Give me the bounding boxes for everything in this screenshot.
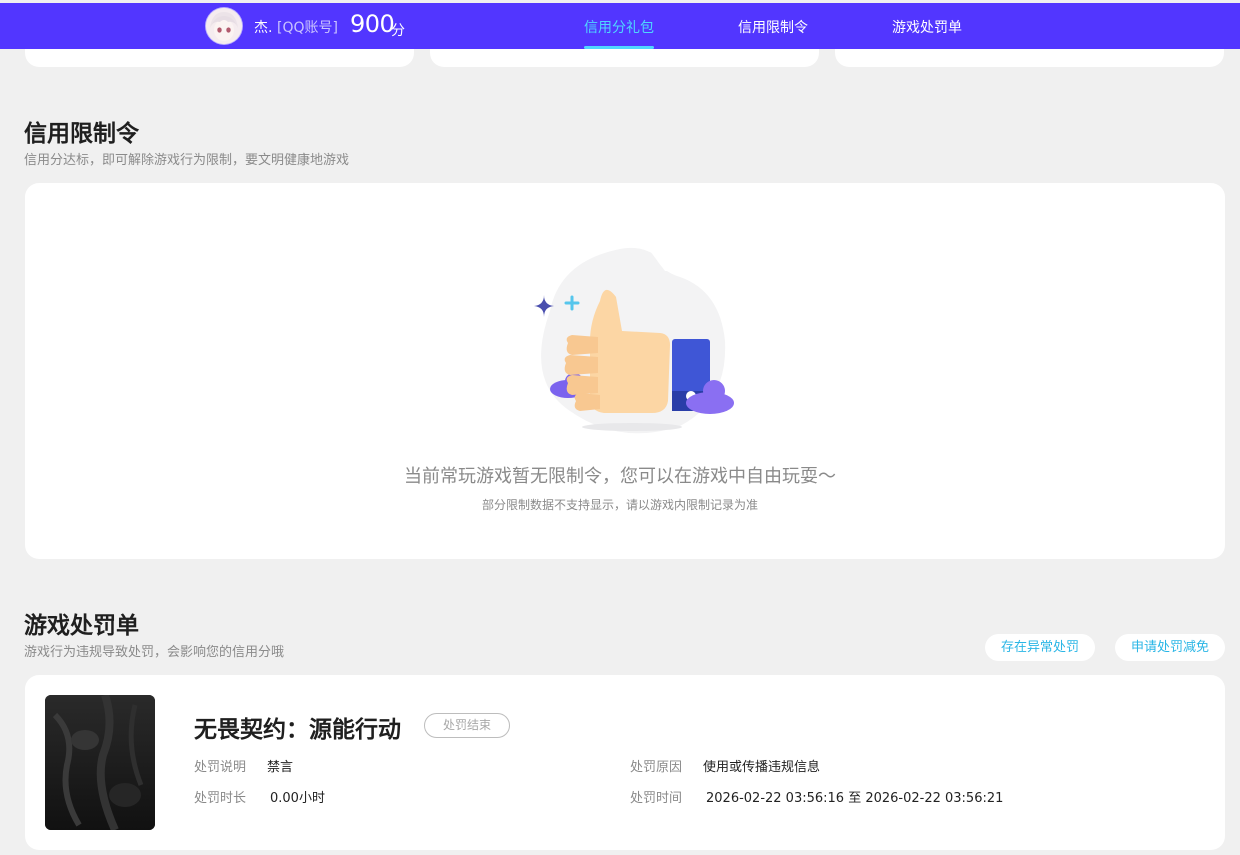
no-restriction-message: 当前常玩游戏暂无限制令，您可以在游戏中自由玩耍～ — [404, 466, 836, 487]
penalty-reason-label: 处罚原因 — [630, 760, 683, 775]
game-name: 无畏契约：源能行动 — [194, 717, 401, 743]
top-bar: 杰. [QQ账号] 900 分 信用分礼包 信用限制令 游戏处罚单 — [0, 3, 1240, 49]
credit-score-unit: 分 — [391, 23, 405, 39]
penalty-time-value: 2026-02-22 03:56:16 至 2026-02-22 03:56:2… — [706, 791, 1004, 806]
penalty-section-title: 游戏处罚单 — [24, 613, 139, 639]
penalty-duration-label: 处罚时长 — [194, 791, 247, 806]
avatar-image — [206, 8, 242, 44]
penalty-desc-value: 禁言 — [267, 760, 294, 775]
thumbs-up-illustration — [534, 247, 734, 434]
penalty-duration-value: 0.00小时 — [270, 791, 325, 806]
penalty-time-label: 处罚时间 — [630, 791, 683, 806]
no-restriction-note: 部分限制数据不支持显示，请以游戏内限制记录为准 — [481, 498, 758, 512]
account-type: [QQ账号] — [277, 20, 338, 36]
restriction-section-subtitle: 信用分达标，即可解除游戏行为限制，要文明健康地游戏 — [24, 153, 350, 168]
penalty-reason-value: 使用或传播违规信息 — [703, 760, 821, 775]
nav-tab-credit-restriction[interactable]: 信用限制令 — [738, 17, 808, 37]
game-cover-image — [45, 695, 155, 830]
credit-score: 900 — [350, 10, 395, 38]
nav-active-indicator — [584, 46, 654, 49]
abnormal-penalty-button[interactable]: 存在异常处罚 — [985, 634, 1095, 661]
user-name: 杰. — [254, 20, 273, 36]
penalty-desc-label: 处罚说明 — [194, 760, 247, 775]
game-thumbnail — [45, 695, 155, 830]
penalty-section-subtitle: 游戏行为违规导致处罚，会影响您的信用分哦 — [24, 645, 285, 660]
avatar[interactable] — [206, 8, 242, 44]
restriction-section-title: 信用限制令 — [24, 121, 139, 147]
nav-tab-credit-gift[interactable]: 信用分礼包 — [584, 17, 654, 37]
penalty-status-badge: 处罚结束 — [424, 713, 510, 738]
penalty-appeal-button[interactable]: 申请处罚减免 — [1115, 634, 1225, 661]
nav-tab-game-penalty[interactable]: 游戏处罚单 — [892, 17, 962, 37]
